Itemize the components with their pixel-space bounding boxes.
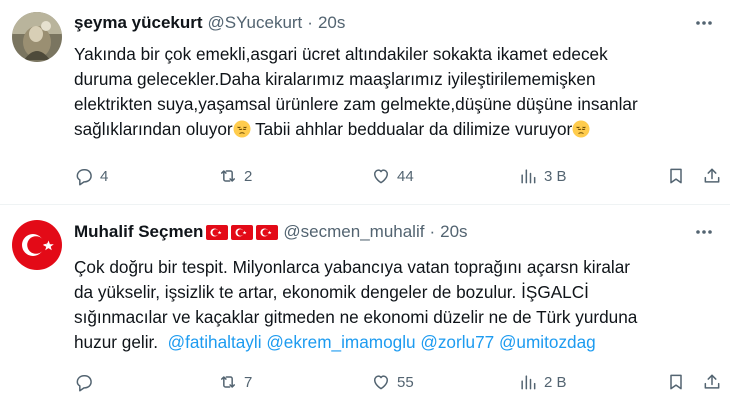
more-options-button[interactable] xyxy=(692,221,716,243)
author-name[interactable]: Muhalif Seçmen xyxy=(74,222,203,242)
turkey-flag-icon xyxy=(231,224,254,240)
share-button[interactable] xyxy=(702,164,722,188)
flag-emojis xyxy=(206,224,279,240)
separator-dot: · xyxy=(429,222,436,241)
repost-icon xyxy=(221,376,235,388)
like-button[interactable]: 55 xyxy=(371,370,414,394)
views-count: 3 B xyxy=(544,167,567,185)
share-icon xyxy=(704,168,720,183)
mention-link[interactable]: @umitozdag xyxy=(499,332,596,352)
author-name[interactable]: şeyma yücekurt xyxy=(74,13,203,33)
tweet-1[interactable]: şeyma yücekurt @SYucekurt · 20s Yakında … xyxy=(0,0,730,204)
more-icon xyxy=(696,230,712,234)
separator-dot: · xyxy=(307,13,313,32)
views-button[interactable]: 2 B xyxy=(518,370,567,394)
bookmark-icon xyxy=(670,374,682,390)
tweet-actions: 4 2 44 3 B xyxy=(74,164,724,188)
pensive-face-icon xyxy=(233,120,251,138)
repost-button[interactable]: 2 xyxy=(218,164,252,188)
repost-button[interactable]: 7 xyxy=(218,370,252,394)
reply-icon xyxy=(76,169,92,186)
bookmark-icon xyxy=(670,168,682,184)
views-button[interactable]: 3 B xyxy=(518,164,567,188)
reply-count: 4 xyxy=(100,167,109,185)
avatar[interactable] xyxy=(12,12,62,62)
timestamp[interactable]: 20s xyxy=(440,222,467,242)
text-fragment: Tabii ahhlar beddualar da dilimize vuruy… xyxy=(250,119,573,139)
share-icon xyxy=(704,374,720,389)
bookmark-button[interactable] xyxy=(666,164,686,188)
tweet-2[interactable]: Muhalif Seçmen @secmen_muhalif · 20s Çok… xyxy=(0,205,730,420)
like-button[interactable]: 44 xyxy=(371,164,414,188)
text-line: elektrikten suya,yaşamsal ürünlere zam g… xyxy=(74,94,638,114)
views-count: 2 B xyxy=(544,373,567,391)
heart-icon xyxy=(374,169,388,184)
share-button[interactable] xyxy=(702,370,722,394)
timestamp[interactable]: 20s xyxy=(318,13,345,33)
heart-icon xyxy=(374,375,388,390)
reply-icon xyxy=(76,375,92,392)
tweet-text: Yakında bir çok emekli,asgari ücret altı… xyxy=(74,42,714,142)
author-handle[interactable]: @SYucekurt xyxy=(208,13,303,33)
reply-button[interactable]: 4 xyxy=(74,164,108,188)
tweet-header: Muhalif Seçmen @secmen_muhalif · 20s xyxy=(74,221,468,243)
tweet-header: şeyma yücekurt @SYucekurt · 20s xyxy=(74,12,345,34)
author-handle[interactable]: @secmen_muhalif xyxy=(283,222,424,242)
text-line: da yükselir, işsizlik te artar, ekonomik… xyxy=(74,282,589,302)
more-icon xyxy=(696,21,712,25)
text-line: Yakında bir çok emekli,asgari ücret altı… xyxy=(74,44,608,64)
views-chart-icon xyxy=(521,375,536,390)
repost-count: 2 xyxy=(244,167,253,185)
like-count: 55 xyxy=(397,373,414,391)
mention-link[interactable]: @zorlu77 xyxy=(420,332,494,352)
repost-icon xyxy=(221,170,235,182)
text-line: huzur gelir. @fatihaltayli @ekrem_imamog… xyxy=(74,330,714,355)
turkey-flag-icon xyxy=(206,224,229,240)
text-line: sığınmacılar ve kaçaklar gitmeden ne eko… xyxy=(74,307,638,327)
mention-link[interactable]: @ekrem_imamoglu xyxy=(266,332,415,352)
reply-button[interactable] xyxy=(74,370,100,394)
avatar[interactable] xyxy=(12,220,62,270)
tweet-text: Çok doğru bir tespit. Milyonlarca yabanc… xyxy=(74,255,714,355)
more-options-button[interactable] xyxy=(692,12,716,34)
mention-link[interactable]: @fatihaltayli xyxy=(168,332,262,352)
bookmark-button[interactable] xyxy=(666,370,686,394)
text-line: duruma gelecekler.Daha kiralarımız maaşl… xyxy=(74,69,596,89)
tweet-actions: 7 55 2 B xyxy=(74,370,724,394)
text-fragment: huzur gelir. xyxy=(74,332,159,352)
text-line: sağlıklarından oluyor Tabii ahhlar beddu… xyxy=(74,117,714,142)
like-count: 44 xyxy=(397,167,414,185)
text-fragment: sağlıklarından oluyor xyxy=(74,119,233,139)
turkey-flag-icon xyxy=(256,224,279,240)
repost-count: 7 xyxy=(244,373,253,391)
pensive-face-icon xyxy=(572,120,590,138)
views-chart-icon xyxy=(521,169,536,184)
text-line: Çok doğru bir tespit. Milyonlarca yabanc… xyxy=(74,257,631,277)
